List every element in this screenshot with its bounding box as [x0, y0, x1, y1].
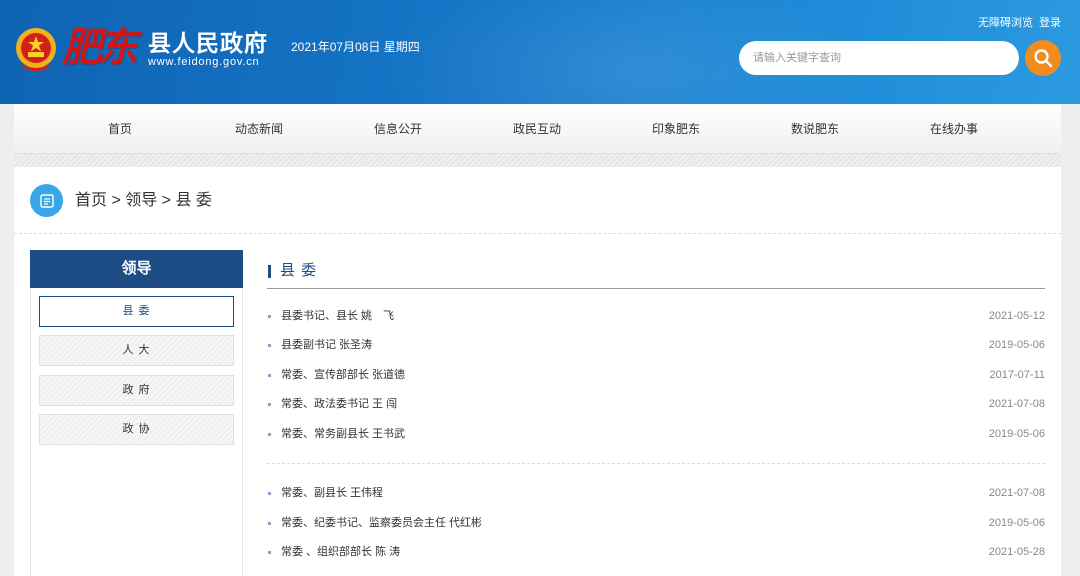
leader-title[interactable]: 常委、副县长 王伟程 [281, 483, 383, 503]
bullet-icon [268, 433, 271, 436]
nav-shadow-strip [14, 154, 1061, 167]
leader-title[interactable]: 常委、政法委书记 王 闯 [281, 394, 397, 414]
list-item[interactable]: 常委、政法委书记 王 闯 2021-07-08 [267, 394, 1045, 414]
leader-title[interactable]: 常委、宣传部部长 张道德 [281, 365, 405, 385]
leader-title[interactable]: 常委、纪委书记、监察委员会主任 代红彬 [281, 513, 482, 533]
bullet-icon [268, 492, 271, 495]
sidebar-item-government[interactable]: 政 府 [39, 375, 234, 406]
search-input[interactable] [739, 41, 1019, 75]
site-title: 县人民政府 [148, 30, 268, 56]
list-item[interactable]: 常委、宣传部部长 张道德 2017-07-11 [267, 365, 1045, 385]
site-domain: www.feidong.gov.cn [148, 56, 260, 68]
sidebar-title: 领导 [30, 250, 243, 288]
publish-date: 2017-07-11 [989, 369, 1045, 381]
nav-item-home[interactable]: 首页 [108, 104, 132, 154]
leader-title[interactable]: 常委 、组织部部长 陈 涛 [281, 542, 400, 562]
publish-date: 2021-07-08 [988, 398, 1045, 410]
publish-date: 2021-07-08 [988, 487, 1045, 499]
list-item[interactable]: 县委书记、县长 姚 飞 2021-05-12 [267, 306, 1045, 326]
current-date: 2021年07月08日 星期四 [291, 40, 420, 54]
leader-title[interactable]: 县委副书记 张圣涛 [281, 335, 372, 355]
bullet-icon [268, 551, 271, 554]
search-button[interactable] [1025, 40, 1061, 76]
leader-title[interactable]: 常委、常务副县长 王书武 [281, 424, 405, 444]
nav-item-interaction[interactable]: 政民互动 [513, 104, 561, 154]
bullet-icon [268, 315, 271, 318]
nav-item-news[interactable]: 动态新闻 [235, 104, 283, 154]
site-header: 肥东 县人民政府 www.feidong.gov.cn 2021年07月08日 … [0, 0, 1080, 104]
nav-item-impression[interactable]: 印象肥东 [652, 104, 700, 154]
accessibility-link[interactable]: 无障碍浏览 [978, 16, 1033, 30]
bullet-icon [268, 374, 271, 377]
title-accent-bar [268, 265, 271, 278]
sidebar: 领导 县 委 人 大 政 府 政 协 [30, 250, 243, 576]
list-item[interactable]: 县委副书记 张圣涛 2019-05-06 [267, 335, 1045, 355]
search-icon [1034, 49, 1053, 68]
nav-item-data[interactable]: 数说肥东 [791, 104, 839, 154]
publish-date: 2021-05-12 [988, 310, 1045, 322]
main-nav: 首页 动态新闻 信息公开 政民互动 印象肥东 数说肥东 在线办事 [14, 104, 1061, 154]
top-links: 无障碍浏览 登录 [978, 16, 1061, 30]
content-panel: 首页 > 领导 > 县 委 领导 县 委 人 大 政 府 政 协 县 委 县委书… [14, 167, 1061, 576]
section-title-text: 县 委 [280, 262, 318, 279]
nav-item-info[interactable]: 信息公开 [374, 104, 422, 154]
leader-title[interactable]: 县委书记、县长 姚 飞 [281, 306, 394, 326]
list-item[interactable]: 常委、纪委书记、监察委员会主任 代红彬 2019-05-06 [267, 513, 1045, 533]
publish-date: 2019-05-06 [988, 428, 1045, 440]
sidebar-item-county-committee[interactable]: 县 委 [39, 296, 234, 327]
section-title: 县 委 [267, 259, 1045, 289]
breadcrumb-text[interactable]: 首页 > 领导 > 县 委 [75, 191, 212, 211]
bullet-icon [268, 344, 271, 347]
list-item[interactable]: 常委、副县长 王伟程 2021-07-08 [267, 483, 1045, 503]
bullet-icon [268, 522, 271, 525]
sidebar-item-peoples-congress[interactable]: 人 大 [39, 335, 234, 366]
sidebar-item-cppcc[interactable]: 政 协 [39, 414, 234, 445]
list-divider [267, 463, 1045, 464]
site-logo-calligraphy: 肥东 [62, 24, 138, 71]
bullet-icon [268, 403, 271, 406]
publish-date: 2019-05-06 [988, 339, 1045, 351]
nav-item-services[interactable]: 在线办事 [930, 104, 978, 154]
login-link[interactable]: 登录 [1039, 16, 1061, 30]
list-item[interactable]: 常委 、组织部部长 陈 涛 2021-05-28 [267, 542, 1045, 562]
document-icon [30, 184, 63, 217]
publish-date: 2021-05-28 [988, 546, 1045, 558]
list-item[interactable]: 常委、常务副县长 王书武 2019-05-06 [267, 424, 1045, 444]
national-emblem-icon [16, 28, 56, 71]
publish-date: 2019-05-06 [988, 517, 1045, 529]
breadcrumb: 首页 > 领导 > 县 委 [14, 167, 1061, 234]
